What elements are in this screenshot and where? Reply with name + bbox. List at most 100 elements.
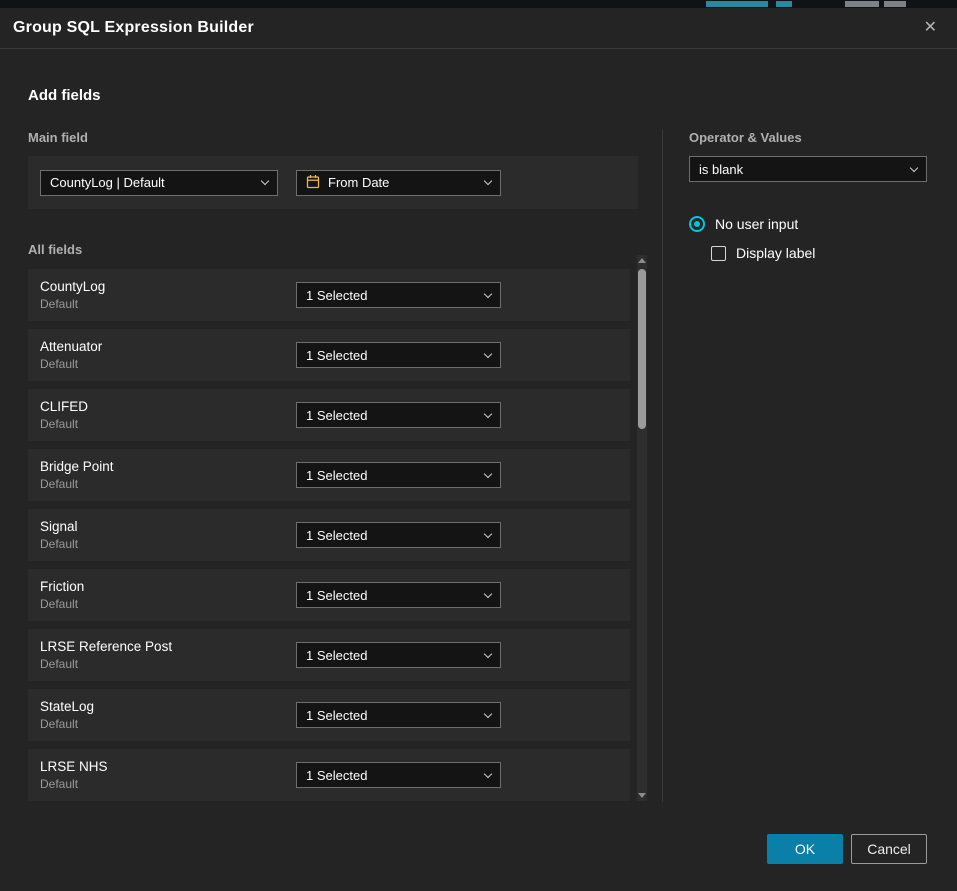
field-subtitle: Default (40, 777, 296, 791)
field-name: LRSE NHS (40, 759, 296, 774)
field-selection-dropdown[interactable]: 1 Selected (296, 582, 501, 608)
dropdown-value: 1 Selected (306, 588, 367, 603)
dropdown-value: CountyLog | Default (50, 175, 165, 190)
field-info: Attenuator Default (40, 339, 296, 371)
field-row: StateLog Default 1 Selected (28, 689, 630, 741)
fields-column: Main field CountyLog | Default (28, 130, 638, 802)
main-field-label: Main field (28, 130, 638, 145)
scroll-up-icon[interactable] (638, 258, 646, 263)
no-user-input-label: No user input (715, 216, 798, 232)
field-row: Bridge Point Default 1 Selected (28, 449, 630, 501)
dropdown-value: 1 Selected (306, 348, 367, 363)
field-row: LRSE Reference Post Default 1 Selected (28, 629, 630, 681)
field-name: CountyLog (40, 279, 296, 294)
dialog-content: Add fields Main field CountyLog | Defaul… (0, 87, 957, 802)
operator-dropdown[interactable]: is blank (689, 156, 927, 182)
field-row: CountyLog Default 1 Selected (28, 269, 630, 321)
field-name: StateLog (40, 699, 296, 714)
column-divider (662, 130, 663, 802)
chevron-down-icon (484, 349, 492, 357)
field-info: CLIFED Default (40, 399, 296, 431)
operator-values-label: Operator & Values (689, 130, 927, 145)
all-fields-label: All fields (28, 242, 638, 257)
chevron-down-icon (484, 709, 492, 717)
cancel-button[interactable]: Cancel (851, 834, 927, 864)
dialog-footer: OK Cancel (767, 834, 927, 864)
field-info: LRSE NHS Default (40, 759, 296, 791)
field-name: Attenuator (40, 339, 296, 354)
field-subtitle: Default (40, 297, 296, 311)
dropdown-value: 1 Selected (306, 528, 367, 543)
chevron-down-icon (261, 177, 269, 185)
field-selection-dropdown[interactable]: 1 Selected (296, 702, 501, 728)
field-selection-dropdown[interactable]: 1 Selected (296, 342, 501, 368)
dropdown-value: 1 Selected (306, 468, 367, 483)
background-fragment (776, 1, 792, 7)
field-subtitle: Default (40, 657, 296, 671)
add-fields-heading: Add fields (28, 87, 929, 104)
field-row: Signal Default 1 Selected (28, 509, 630, 561)
dialog-titlebar: Group SQL Expression Builder ✕ (0, 8, 957, 49)
background-fragment (884, 1, 906, 7)
field-subtitle: Default (40, 717, 296, 731)
field-selection-dropdown[interactable]: 1 Selected (296, 282, 501, 308)
fields-scrollbar[interactable] (637, 255, 647, 801)
chevron-down-icon (484, 177, 492, 185)
field-subtitle: Default (40, 417, 296, 431)
no-user-input-option[interactable]: No user input (689, 216, 927, 232)
field-row: Attenuator Default 1 Selected (28, 329, 630, 381)
chevron-down-icon (484, 529, 492, 537)
field-selection-dropdown[interactable]: 1 Selected (296, 642, 501, 668)
field-subtitle: Default (40, 597, 296, 611)
group-sql-expression-builder-dialog: Group SQL Expression Builder ✕ Add field… (0, 8, 957, 891)
radio-button-icon[interactable] (689, 216, 705, 232)
operator-values-panel: Operator & Values is blank No user input… (689, 130, 927, 802)
close-icon[interactable]: ✕ (920, 16, 941, 40)
display-label-label: Display label (736, 245, 815, 261)
field-subtitle: Default (40, 477, 296, 491)
field-row: CLIFED Default 1 Selected (28, 389, 630, 441)
field-name: Signal (40, 519, 296, 534)
field-selection-dropdown[interactable]: 1 Selected (296, 402, 501, 428)
layer-select-dropdown[interactable]: CountyLog | Default (40, 170, 278, 196)
dropdown-value: 1 Selected (306, 768, 367, 783)
chevron-down-icon (484, 289, 492, 297)
field-info: CountyLog Default (40, 279, 296, 311)
field-row: Friction Default 1 Selected (28, 569, 630, 621)
display-label-option[interactable]: Display label (711, 245, 927, 261)
field-info: LRSE Reference Post Default (40, 639, 296, 671)
ok-button[interactable]: OK (767, 834, 843, 864)
field-name: Friction (40, 579, 296, 594)
checkbox-icon[interactable] (711, 246, 726, 261)
field-info: Bridge Point Default (40, 459, 296, 491)
background-app-edge (0, 0, 957, 8)
scrollbar-thumb[interactable] (638, 269, 646, 429)
field-name: CLIFED (40, 399, 296, 414)
field-row: LRSE NHS Default 1 Selected (28, 749, 630, 801)
chevron-down-icon (484, 589, 492, 597)
field-selection-dropdown[interactable]: 1 Selected (296, 522, 501, 548)
background-fragment (706, 1, 768, 7)
field-name: LRSE Reference Post (40, 639, 296, 654)
field-selection-dropdown[interactable]: 1 Selected (296, 762, 501, 788)
date-field-dropdown[interactable]: From Date (296, 170, 501, 196)
scroll-down-icon[interactable] (638, 793, 646, 798)
field-selection-dropdown[interactable]: 1 Selected (296, 462, 501, 488)
main-field-row: CountyLog | Default (28, 156, 638, 209)
field-info: StateLog Default (40, 699, 296, 731)
dropdown-value: 1 Selected (306, 408, 367, 423)
chevron-down-icon (910, 163, 918, 171)
field-info: Signal Default (40, 519, 296, 551)
background-fragment (845, 1, 879, 7)
field-info: Friction Default (40, 579, 296, 611)
dropdown-value: 1 Selected (306, 648, 367, 663)
chevron-down-icon (484, 469, 492, 477)
dropdown-value: From Date (328, 175, 389, 190)
chevron-down-icon (484, 769, 492, 777)
field-name: Bridge Point (40, 459, 296, 474)
field-subtitle: Default (40, 537, 296, 551)
dialog-title: Group SQL Expression Builder (13, 19, 254, 37)
field-subtitle: Default (40, 357, 296, 371)
calendar-icon (306, 174, 320, 192)
chevron-down-icon (484, 409, 492, 417)
